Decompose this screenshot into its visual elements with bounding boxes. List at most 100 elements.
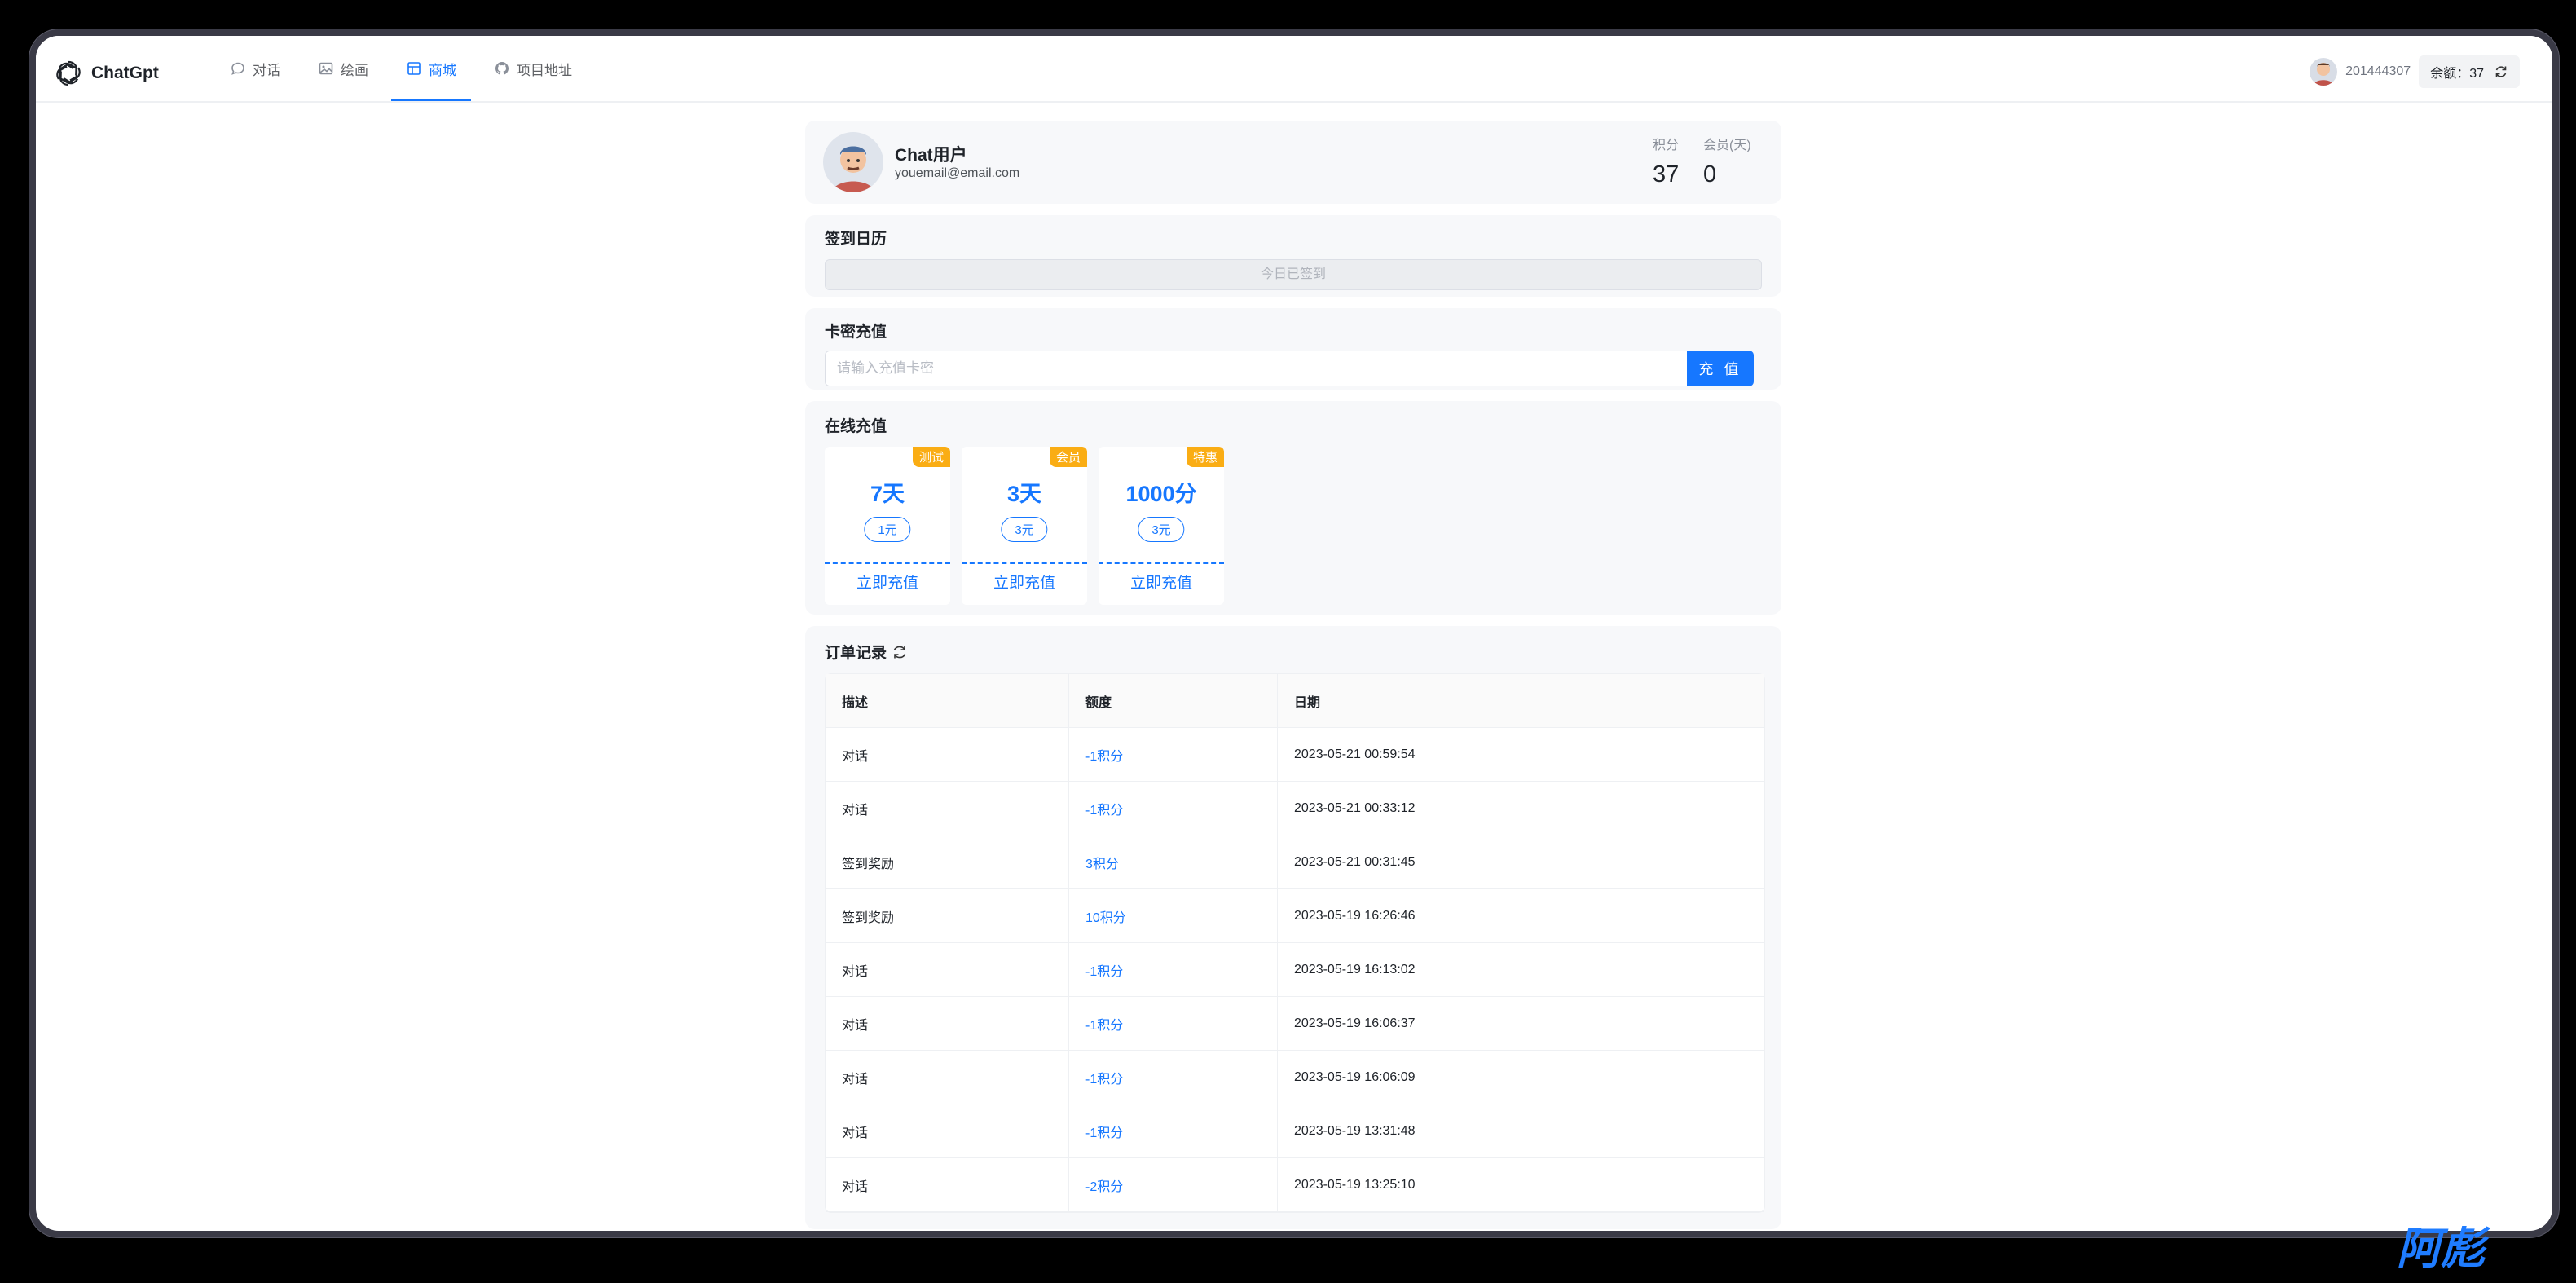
nav-label: 对话 — [253, 62, 280, 78]
table-header-row: 描述 额度 日期 — [826, 674, 1764, 728]
order-desc: 对话 — [826, 727, 1069, 782]
signin-button[interactable]: 今日已签到 — [825, 259, 1762, 290]
recharge-code-input[interactable] — [825, 351, 1687, 386]
table-row: 对话 -2积分 2023-05-19 13:25:10 — [826, 1157, 1764, 1212]
plan-card[interactable]: 会员 3天 3元 立即充值 — [962, 447, 1087, 605]
profile-avatar — [823, 132, 883, 192]
order-date: 2023-05-19 16:06:09 — [1277, 1050, 1764, 1104]
order-amount: -1积分 — [1068, 996, 1278, 1051]
user-id: 201444307 — [2345, 64, 2411, 78]
nav-label: 商城 — [429, 62, 456, 78]
nav-item-shop[interactable]: 商城 — [391, 36, 471, 101]
code-recharge-title: 卡密充值 — [825, 324, 887, 341]
order-date: 2023-05-19 16:13:02 — [1277, 942, 1764, 997]
points-value: 37 — [1653, 161, 1680, 187]
order-desc: 对话 — [826, 781, 1069, 835]
code-recharge-card: 卡密充值 充 值 — [805, 308, 1781, 390]
order-desc: 签到奖励 — [826, 888, 1069, 943]
app-window: ChatGpt 对话 绘画 商城 项目地址 201444307 余额：37 Ch… — [36, 36, 2552, 1231]
vip-label: 会员(天) — [1703, 139, 1751, 152]
plan-tag: 特惠 — [1186, 447, 1224, 467]
profile-name: Chat用户 — [895, 146, 967, 165]
signin-title: 签到日历 — [825, 231, 887, 248]
plan-tag: 会员 — [1049, 447, 1087, 467]
brand[interactable]: ChatGpt — [54, 59, 159, 88]
order-date: 2023-05-21 00:59:54 — [1277, 727, 1764, 782]
nav-item-project[interactable]: 项目地址 — [479, 36, 587, 101]
points-label: 积分 — [1653, 139, 1680, 152]
plan-name: 3天 — [1006, 482, 1042, 506]
order-desc: 签到奖励 — [826, 835, 1069, 889]
order-date: 2023-05-19 13:31:48 — [1277, 1104, 1764, 1158]
plan-name: 7天 — [870, 482, 905, 506]
order-amount: 3积分 — [1068, 835, 1278, 889]
order-date: 2023-05-19 13:25:10 — [1277, 1157, 1764, 1212]
vip-value: 0 — [1703, 161, 1717, 187]
buy-now-button[interactable]: 立即充值 — [1099, 571, 1224, 593]
main-nav: 对话 绘画 商城 项目地址 — [215, 36, 595, 101]
profile-card: Chat用户 youemail@email.com 积分 37 会员(天) 0 — [805, 121, 1781, 204]
nav-label: 项目地址 — [517, 62, 572, 78]
watermark: 阿彪 — [2397, 1224, 2485, 1273]
openai-logo-icon — [56, 60, 81, 86]
order-amount: -1积分 — [1068, 1050, 1278, 1104]
online-recharge-card: 在线充值 测试 7天 1元 立即充值 会员 3天 3元 立即充值 特惠 1000… — [805, 401, 1781, 615]
plan-tag: 测试 — [912, 447, 950, 467]
plan-price: 3元 — [1001, 517, 1048, 542]
order-amount: -1积分 — [1068, 1104, 1278, 1158]
user-area: 201444307 余额：37 — [2310, 55, 2520, 88]
table-row: 签到奖励 10积分 2023-05-19 16:26:46 — [826, 888, 1764, 943]
order-desc: 对话 — [826, 1157, 1069, 1212]
plan-list: 测试 7天 1元 立即充值 会员 3天 3元 立即充值 特惠 1000分 3元 — [825, 447, 1235, 605]
recharge-button[interactable]: 充 值 — [1687, 351, 1754, 386]
table-row: 对话 -1积分 2023-05-19 16:06:09 — [826, 1050, 1764, 1104]
github-icon — [495, 62, 509, 75]
order-desc: 对话 — [826, 1104, 1069, 1158]
plan-card[interactable]: 测试 7天 1元 立即充值 — [825, 447, 950, 605]
brand-name: ChatGpt — [91, 64, 159, 82]
chat-bubble-icon — [231, 62, 244, 75]
table-row: 对话 -1积分 2023-05-19 13:31:48 — [826, 1104, 1764, 1158]
online-recharge-title: 在线充值 — [825, 418, 887, 435]
plan-price: 3元 — [1138, 517, 1185, 542]
points-stat: 积分 37 — [1653, 134, 1679, 188]
order-amount: -2积分 — [1068, 1157, 1278, 1212]
plan-divider — [1099, 562, 1224, 564]
order-desc: 对话 — [826, 942, 1069, 997]
orders-table: 描述 额度 日期 对话 -1积分 2023-05-21 00:59:54 对话 — [825, 673, 1765, 1213]
shop-page: Chat用户 youemail@email.com 积分 37 会员(天) 0 … — [805, 121, 1781, 1229]
avatar[interactable] — [2310, 58, 2338, 86]
order-date: 2023-05-19 16:26:46 — [1277, 888, 1764, 943]
order-desc: 对话 — [826, 1050, 1069, 1104]
column-header: 额度 — [1068, 674, 1278, 728]
balance-badge[interactable]: 余额：37 — [2419, 55, 2520, 88]
order-amount: 10积分 — [1068, 888, 1278, 943]
orders-header: 订单记录 — [825, 641, 908, 663]
buy-now-button[interactable]: 立即充值 — [962, 571, 1087, 593]
shop-icon — [407, 62, 421, 75]
buy-now-button[interactable]: 立即充值 — [825, 571, 950, 593]
refresh-icon[interactable] — [892, 644, 908, 660]
profile-email: youemail@email.com — [895, 166, 1020, 180]
order-amount: -1积分 — [1068, 727, 1278, 782]
orders-card: 订单记录 描述 额度 日期 对话 -1积分 2023-05-21 00:59:5… — [805, 626, 1781, 1229]
orders-title: 订单记录 — [825, 645, 887, 662]
nav-item-chat[interactable]: 对话 — [215, 36, 295, 101]
order-amount: -1积分 — [1068, 781, 1278, 835]
order-date: 2023-05-21 00:33:12 — [1277, 781, 1764, 835]
nav-label: 绘画 — [341, 62, 368, 78]
table-row: 对话 -1积分 2023-05-21 00:33:12 — [826, 781, 1764, 835]
image-icon — [319, 62, 333, 75]
vip-stat: 会员(天) 0 — [1703, 134, 1751, 188]
plan-price: 1元 — [864, 517, 911, 542]
plan-divider — [962, 562, 1087, 564]
plan-name: 1000分 — [1125, 482, 1197, 506]
order-date: 2023-05-19 16:06:37 — [1277, 996, 1764, 1051]
plan-card[interactable]: 特惠 1000分 3元 立即充值 — [1099, 447, 1224, 605]
column-header: 日期 — [1277, 674, 1764, 728]
nav-item-draw[interactable]: 绘画 — [303, 36, 383, 101]
order-amount: -1积分 — [1068, 942, 1278, 997]
refresh-icon[interactable] — [2494, 64, 2508, 79]
top-navbar: ChatGpt 对话 绘画 商城 项目地址 201444307 余额：37 — [36, 36, 2552, 103]
table-row: 签到奖励 3积分 2023-05-21 00:31:45 — [826, 835, 1764, 889]
